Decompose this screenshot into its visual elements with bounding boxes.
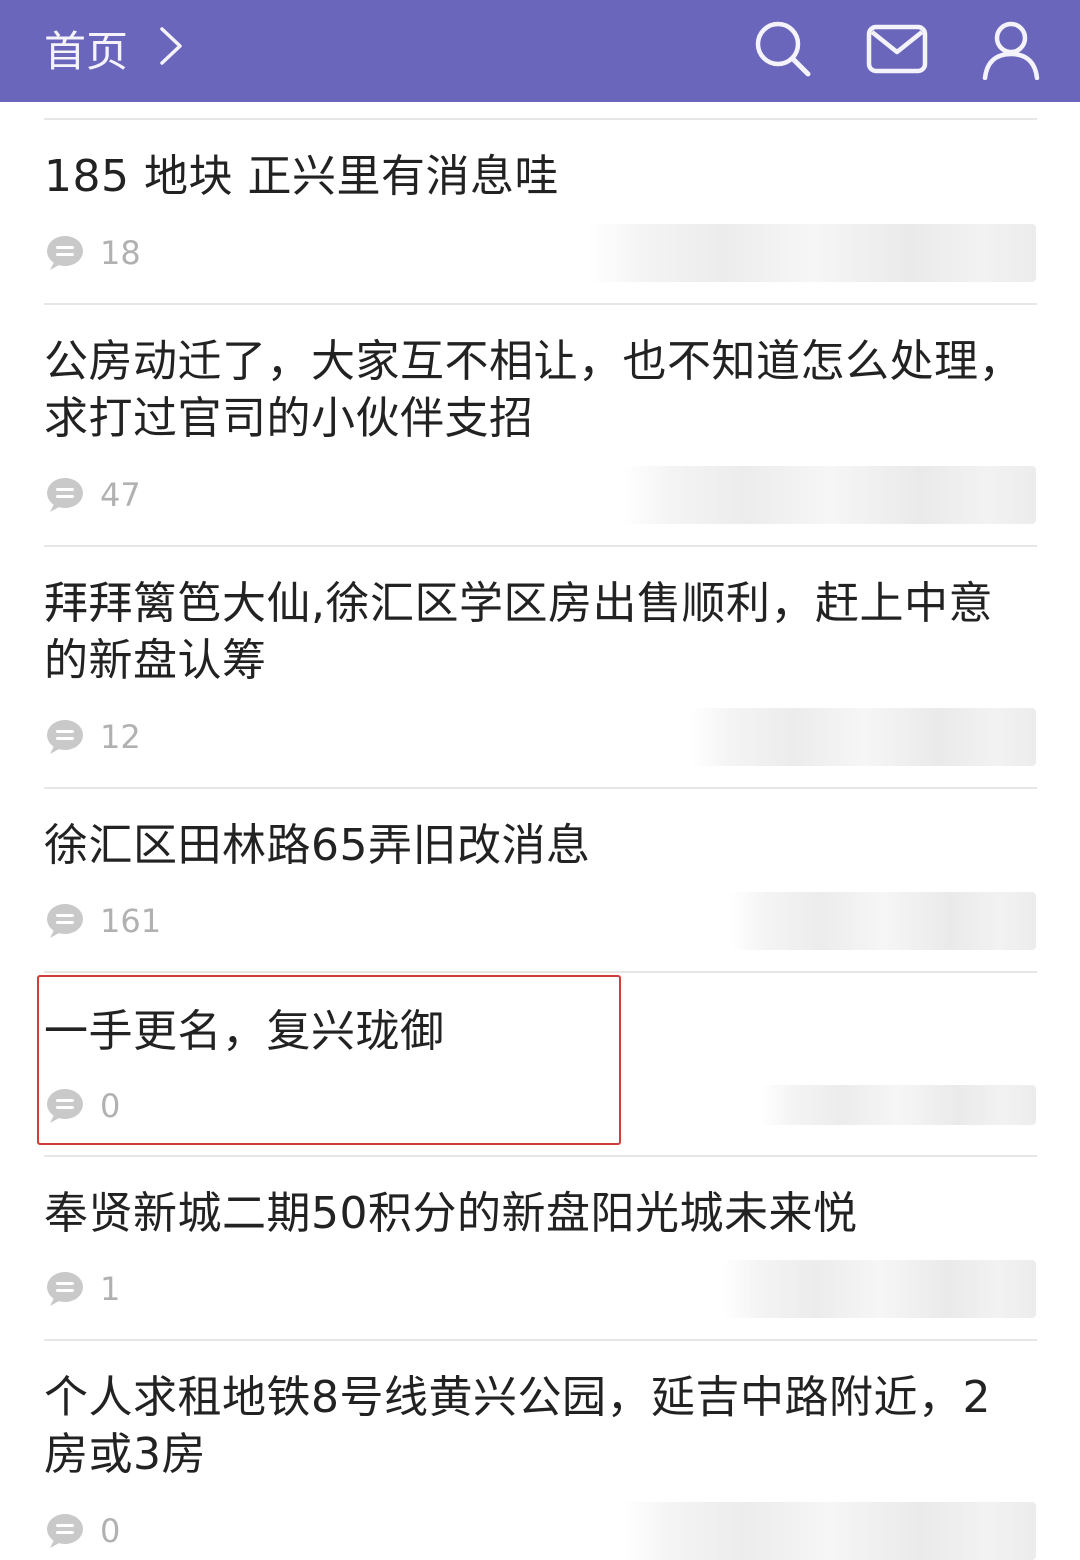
- post-meta: 18: [46, 233, 141, 273]
- post-title[interactable]: 185 地块 正兴里有消息哇: [44, 148, 1029, 205]
- post-item[interactable]: 拜拜篱笆大仙,徐汇区学区房出售顺利，赶上中意的新盘认筹 12: [0, 547, 1080, 787]
- post-item[interactable]: 个人求租地铁8号线黄兴公园，延吉中路附近，2房或3房 0: [0, 1341, 1080, 1560]
- post-item[interactable]: 徐汇区田林路65弄旧改消息 161: [0, 789, 1080, 971]
- post-meta: 161: [46, 901, 161, 941]
- comment-icon: [47, 478, 83, 512]
- comment-icon: [47, 236, 83, 270]
- comment-icon: [47, 1089, 83, 1123]
- post-meta: 1: [46, 1269, 120, 1309]
- comment-count: 0: [100, 1087, 121, 1125]
- post-title[interactable]: 一手更名，复兴珑御: [44, 1003, 1029, 1060]
- post-meta: 12: [46, 717, 141, 757]
- comment-icon: [47, 904, 83, 938]
- post-title[interactable]: 公房动迁了，大家互不相让，也不知道怎么处理，求打过官司的小伙伴支招: [44, 333, 1029, 447]
- top-bar: 首页: [0, 0, 1080, 102]
- comment-count: 18: [100, 234, 141, 272]
- comment-icon: [47, 720, 83, 754]
- mail-icon[interactable]: [866, 18, 928, 80]
- post-item[interactable]: 公房动迁了，大家互不相让，也不知道怎么处理，求打过官司的小伙伴支招 47: [0, 305, 1080, 545]
- blurred-meta: [622, 466, 1036, 524]
- comment-count: 1: [100, 1270, 121, 1308]
- post-title[interactable]: 拜拜篱笆大仙,徐汇区学区房出售顺利，赶上中意的新盘认筹: [44, 575, 1029, 689]
- post-meta: 0: [46, 1086, 120, 1126]
- breadcrumb[interactable]: 首页: [44, 18, 184, 79]
- post-item[interactable]: 一手更名，复兴珑御 0: [0, 973, 1080, 1155]
- comment-count: 47: [100, 476, 141, 514]
- search-icon[interactable]: [752, 18, 814, 80]
- post-meta: 47: [46, 475, 141, 515]
- comment-count: 12: [100, 718, 141, 756]
- blurred-meta: [588, 224, 1036, 282]
- blurred-meta: [722, 1260, 1036, 1318]
- post-title[interactable]: 个人求租地铁8号线黄兴公园，延吉中路附近，2房或3房: [44, 1369, 1029, 1483]
- post-meta: 0: [46, 1511, 120, 1551]
- breadcrumb-home-label[interactable]: 首页: [44, 18, 128, 79]
- comment-count: 161: [100, 902, 162, 940]
- user-icon[interactable]: [980, 18, 1042, 80]
- post-title[interactable]: 奉贤新城二期50积分的新盘阳光城未来悦: [44, 1185, 1029, 1242]
- blurred-meta: [760, 1085, 1036, 1125]
- post-item[interactable]: 185 地块 正兴里有消息哇 18: [0, 120, 1080, 303]
- comment-icon: [47, 1514, 83, 1548]
- post-title[interactable]: 徐汇区田林路65弄旧改消息: [44, 817, 1029, 874]
- blurred-meta: [690, 708, 1036, 766]
- comment-count: 0: [100, 1512, 121, 1550]
- blurred-meta: [730, 892, 1036, 950]
- comment-icon: [47, 1272, 83, 1306]
- blurred-meta: [622, 1502, 1036, 1560]
- post-item[interactable]: 奉贤新城二期50积分的新盘阳光城未来悦 1: [0, 1157, 1080, 1339]
- chevron-right-icon: [158, 25, 184, 77]
